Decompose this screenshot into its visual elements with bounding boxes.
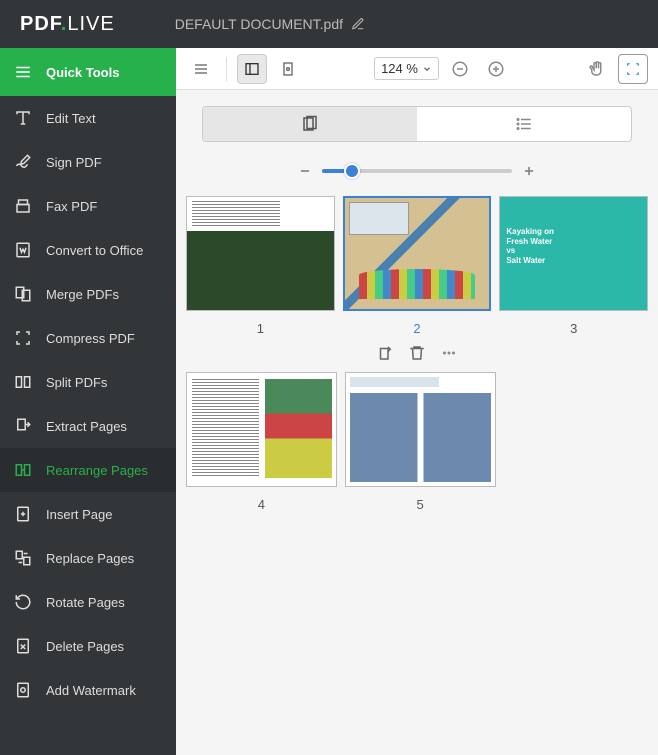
document-name[interactable]: DEFAULT DOCUMENT.pdf: [175, 16, 365, 32]
sidebar-item-convert[interactable]: Convert to Office: [0, 228, 176, 272]
thumbnail-icon: [301, 115, 319, 133]
replace-icon: [14, 549, 32, 567]
sidebar-item-fax[interactable]: Fax PDF: [0, 184, 176, 228]
marquee-icon: [625, 61, 641, 77]
panel-icon: [244, 61, 260, 77]
app-header: PDF.LIVE DEFAULT DOCUMENT.pdf: [0, 0, 658, 48]
more-icon[interactable]: [440, 344, 458, 362]
sidebar-quick-label: Quick Tools: [46, 65, 119, 80]
sidebar-item-edit-text[interactable]: Edit Text: [0, 96, 176, 140]
plus-circle-icon: [487, 60, 505, 78]
watermark-icon: [14, 681, 32, 699]
pan-button[interactable]: [582, 54, 612, 84]
sidebar-item-compress[interactable]: Compress PDF: [0, 316, 176, 360]
sidebar-item-extract[interactable]: Extract Pages: [0, 404, 176, 448]
insert-icon: [14, 505, 32, 523]
list-icon: [515, 115, 533, 133]
page-thumb-1[interactable]: 1: [186, 196, 335, 362]
page-thumb-5[interactable]: 5: [345, 372, 496, 512]
chevron-down-icon: [422, 64, 432, 74]
sidebar-quick-tools[interactable]: Quick Tools: [0, 48, 176, 96]
rotate-page-icon[interactable]: [376, 344, 394, 362]
sidebar-item-rotate[interactable]: Rotate Pages: [0, 580, 176, 624]
sign-icon: [14, 153, 32, 171]
logo-live: LIVE: [67, 13, 114, 35]
slider-thumb[interactable]: [344, 163, 360, 179]
thumbnail-grid: 1 2 Kayaking on Fresh Water vs Salt Wate…: [176, 196, 658, 522]
document-name-text: DEFAULT DOCUMENT.pdf: [175, 16, 343, 32]
merge-icon: [14, 285, 32, 303]
rearrange-icon: [14, 461, 32, 479]
sidebar-item-replace[interactable]: Replace Pages: [0, 536, 176, 580]
minus-icon[interactable]: [298, 164, 312, 178]
marquee-button[interactable]: [618, 54, 648, 84]
zoom-level[interactable]: 124 %: [374, 57, 439, 80]
thumb-actions: [376, 344, 458, 362]
menu-icon: [14, 63, 32, 81]
page-thumb-3[interactable]: Kayaking on Fresh Water vs Salt Water3: [499, 196, 648, 362]
thumbnail-size-slider[interactable]: [322, 169, 512, 173]
sidebar: Quick Tools Edit Text Sign PDF Fax PDF C…: [0, 48, 176, 755]
rotate-icon: [14, 593, 32, 611]
hamburger-button[interactable]: [186, 54, 216, 84]
logo-pdf: PDF: [20, 13, 61, 35]
fax-icon: [14, 197, 32, 215]
sidebar-item-split[interactable]: Split PDFs: [0, 360, 176, 404]
extract-icon: [14, 417, 32, 435]
sidebar-item-sign[interactable]: Sign PDF: [0, 140, 176, 184]
sidebar-item-delete[interactable]: Delete Pages: [0, 624, 176, 668]
minus-circle-icon: [451, 60, 469, 78]
view-mode-tabs: [202, 106, 632, 142]
page-icon: [280, 61, 296, 77]
page-thumb-4[interactable]: 4: [186, 372, 337, 512]
compress-icon: [14, 329, 32, 347]
page-thumb-2[interactable]: 2: [343, 196, 492, 362]
toolbar: 124 %: [176, 48, 658, 90]
plus-icon[interactable]: [522, 164, 536, 178]
edit-icon[interactable]: [351, 17, 365, 31]
thumbnail-view-tab[interactable]: [203, 107, 417, 141]
hamburger-icon: [193, 61, 209, 77]
text-icon: [14, 109, 32, 127]
sidebar-item-rearrange[interactable]: Rearrange Pages: [0, 448, 176, 492]
split-icon: [14, 373, 32, 391]
sidebar-item-merge[interactable]: Merge PDFs: [0, 272, 176, 316]
hand-icon: [588, 60, 606, 78]
delete-page-icon: [14, 637, 32, 655]
list-view-tab[interactable]: [417, 107, 631, 141]
zoom-out-button[interactable]: [445, 54, 475, 84]
logo: PDF.LIVE: [20, 13, 115, 36]
page-view-button[interactable]: [273, 54, 303, 84]
sidebar-item-insert[interactable]: Insert Page: [0, 492, 176, 536]
sidebar-toggle-button[interactable]: [237, 54, 267, 84]
thumbnail-size-slider-row: [176, 164, 658, 178]
main-panel: 124 % 1 2: [176, 48, 658, 755]
sidebar-item-watermark[interactable]: Add Watermark: [0, 668, 176, 712]
zoom-in-button[interactable]: [481, 54, 511, 84]
trash-icon[interactable]: [408, 344, 426, 362]
word-icon: [14, 241, 32, 259]
